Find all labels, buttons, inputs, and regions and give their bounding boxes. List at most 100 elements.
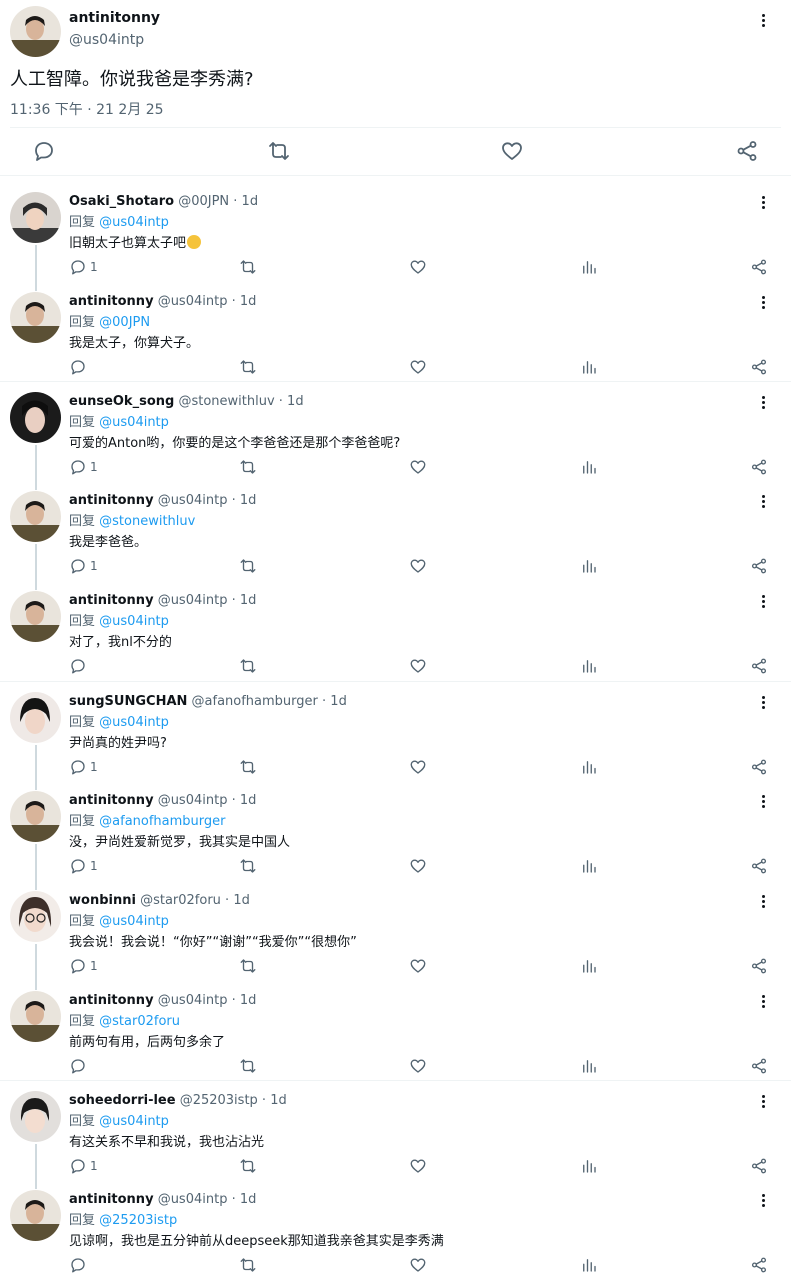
retweet-icon[interactable] [239, 1057, 257, 1075]
reply-tweet[interactable]: antinitonny @us04intp · 1d 回复 @us04intp … [0, 581, 791, 681]
more-icon[interactable] [762, 396, 766, 411]
retweet-icon[interactable] [239, 458, 257, 476]
avatar[interactable] [10, 192, 61, 243]
comment-icon[interactable] [69, 857, 87, 875]
reply-tweet[interactable]: Osaki_Shotaro @00JPN · 1d 回复 @us04intp 旧… [0, 182, 791, 282]
like-icon[interactable] [409, 557, 427, 575]
retweet-icon[interactable] [267, 139, 291, 163]
views-icon[interactable] [580, 258, 598, 276]
replying-to-handle[interactable]: @us04intp [99, 415, 169, 430]
reply-time[interactable]: 1d [233, 893, 250, 908]
reply-time[interactable]: 1d [287, 394, 304, 409]
like-icon[interactable] [409, 957, 427, 975]
share-icon[interactable] [750, 358, 768, 376]
views-icon[interactable] [580, 458, 598, 476]
share-icon[interactable] [750, 1057, 768, 1075]
views-icon[interactable] [580, 1256, 598, 1274]
more-icon[interactable] [762, 696, 766, 711]
avatar[interactable] [10, 292, 61, 343]
reply-tweet[interactable]: antinitonny @us04intp · 1d 回复 @00JPN 我是太… [0, 282, 791, 382]
author-name[interactable]: antinitonny [69, 793, 154, 808]
author-name[interactable]: Osaki_Shotaro [69, 194, 174, 209]
views-icon[interactable] [580, 857, 598, 875]
retweet-icon[interactable] [239, 957, 257, 975]
views-icon[interactable] [580, 1157, 598, 1175]
more-icon[interactable] [762, 595, 766, 610]
author-name[interactable]: antinitonny [69, 593, 154, 608]
replying-to-handle[interactable]: @stonewithluv [99, 514, 195, 529]
like-icon[interactable] [409, 1256, 427, 1274]
more-icon[interactable] [762, 795, 766, 810]
reply-tweet[interactable]: soheedorri-lee @25203istp · 1d 回复 @us04i… [0, 1080, 791, 1180]
like-icon[interactable] [409, 857, 427, 875]
share-icon[interactable] [750, 957, 768, 975]
reply-tweet[interactable]: sungSUNGCHAN @afanofhamburger · 1d 回复 @u… [0, 681, 791, 781]
author-name[interactable]: soheedorri-lee [69, 1093, 176, 1108]
avatar[interactable] [10, 491, 61, 542]
avatar[interactable] [10, 591, 61, 642]
reply-time[interactable]: 1d [242, 194, 259, 209]
author-handle[interactable]: @00JPN [178, 194, 229, 209]
more-icon[interactable] [762, 495, 766, 510]
avatar[interactable] [10, 6, 61, 57]
share-icon[interactable] [750, 1157, 768, 1175]
comment-icon[interactable] [32, 139, 56, 163]
like-icon[interactable] [409, 1157, 427, 1175]
author-handle[interactable]: @star02foru [140, 893, 221, 908]
author-name[interactable]: antinitonny [69, 993, 154, 1008]
share-icon[interactable] [735, 139, 759, 163]
share-icon[interactable] [750, 258, 768, 276]
replying-to-handle[interactable]: @us04intp [99, 914, 169, 929]
retweet-icon[interactable] [239, 657, 257, 675]
author-handle[interactable]: @us04intp [158, 593, 228, 608]
author-handle[interactable]: @us04intp [158, 793, 228, 808]
share-icon[interactable] [750, 1256, 768, 1274]
retweet-icon[interactable] [239, 1157, 257, 1175]
author-name[interactable]: sungSUNGCHAN [69, 694, 187, 709]
retweet-icon[interactable] [239, 258, 257, 276]
retweet-icon[interactable] [239, 358, 257, 376]
author-handle[interactable]: @us04intp [158, 993, 228, 1008]
retweet-icon[interactable] [239, 1256, 257, 1274]
comment-icon[interactable] [69, 458, 87, 476]
reply-time[interactable]: 1d [270, 1093, 287, 1108]
author-name[interactable]: antinitonny [69, 493, 154, 508]
more-icon[interactable] [762, 1095, 766, 1110]
comment-icon[interactable] [69, 1256, 87, 1274]
like-icon[interactable] [409, 758, 427, 776]
author-handle[interactable]: @afanofhamburger [192, 694, 318, 709]
replying-to-handle[interactable]: @star02foru [99, 1014, 180, 1029]
views-icon[interactable] [580, 358, 598, 376]
like-icon[interactable] [409, 657, 427, 675]
author-name[interactable]: eunseOk_song [69, 394, 174, 409]
views-icon[interactable] [580, 657, 598, 675]
more-icon[interactable] [762, 1194, 766, 1209]
reply-time[interactable]: 1d [240, 793, 257, 808]
author-handle[interactable]: @25203istp [180, 1093, 258, 1108]
author-handle[interactable]: @us04intp [158, 1192, 228, 1207]
more-icon[interactable] [762, 296, 766, 311]
replying-to-handle[interactable]: @us04intp [99, 1114, 169, 1129]
author-name[interactable]: antinitonny [69, 1192, 154, 1207]
avatar[interactable] [10, 891, 61, 942]
retweet-icon[interactable] [239, 758, 257, 776]
avatar[interactable] [10, 392, 61, 443]
reply-tweet[interactable]: antinitonny @us04intp · 1d 回复 @stonewith… [0, 481, 791, 581]
comment-icon[interactable] [69, 657, 87, 675]
author-name[interactable]: antinitonny [69, 294, 154, 309]
views-icon[interactable] [580, 1057, 598, 1075]
retweet-icon[interactable] [239, 557, 257, 575]
share-icon[interactable] [750, 758, 768, 776]
reply-time[interactable]: 1d [240, 1192, 257, 1207]
comment-icon[interactable] [69, 758, 87, 776]
author-handle[interactable]: @us04intp [158, 294, 228, 309]
author-handle[interactable]: @us04intp [69, 32, 144, 48]
like-icon[interactable] [409, 458, 427, 476]
replying-to-handle[interactable]: @us04intp [99, 715, 169, 730]
reply-tweet[interactable]: antinitonny @us04intp · 1d 回复 @25203istp… [0, 1180, 791, 1280]
author-handle[interactable]: @us04intp [158, 493, 228, 508]
avatar[interactable] [10, 1091, 61, 1142]
like-icon[interactable] [409, 358, 427, 376]
reply-time[interactable]: 1d [240, 294, 257, 309]
views-icon[interactable] [580, 957, 598, 975]
